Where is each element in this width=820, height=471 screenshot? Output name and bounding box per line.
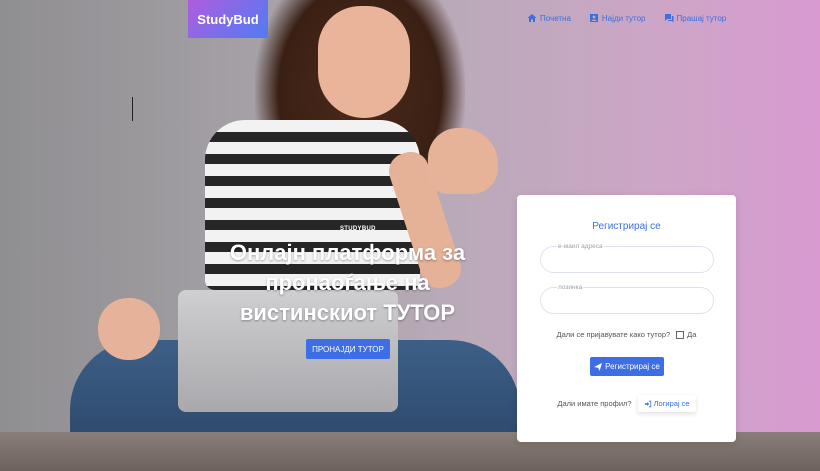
register-button[interactable]: Регистрирај се	[590, 357, 664, 376]
nav-home-label: Почетна	[540, 13, 571, 23]
profile-question: Дали имате профил?	[557, 399, 632, 408]
photo-thumbs-up-hand	[428, 128, 498, 194]
nav-home[interactable]: Почетна	[527, 13, 571, 23]
sign-in-icon	[644, 400, 651, 407]
tutor-checkbox[interactable]	[676, 330, 685, 339]
profile-row: Дали имате профил? Логирај се	[517, 395, 736, 412]
login-button[interactable]: Логирај се	[638, 395, 696, 412]
photo-face	[318, 6, 410, 118]
top-nav: Почетна Најди тутор Прашај тутор	[527, 13, 726, 23]
register-title: Регистрирај се	[592, 221, 661, 232]
email-placeholder: е-маил адреса	[557, 243, 604, 250]
studybud-logo[interactable]: StudyBud	[188, 0, 268, 38]
password-field[interactable]: лозинка	[540, 284, 714, 314]
photo-hand	[98, 298, 160, 360]
text-cursor	[132, 97, 133, 121]
tutor-question-row: Дали се пријавувате како тутор? Да	[517, 330, 736, 339]
nav-find-tutor-label: Најди тутор	[601, 13, 646, 23]
user-box-icon	[589, 14, 598, 22]
hero-eyebrow: STUDYBUD	[340, 226, 376, 232]
login-button-label: Логирај се	[653, 399, 690, 408]
paper-plane-icon	[594, 362, 603, 371]
find-tutor-button[interactable]: ПРОНАЈДИ ТУТОР	[306, 339, 390, 359]
email-field[interactable]: е-маил адреса	[540, 243, 714, 273]
tutor-checkbox-label: Да	[687, 330, 697, 339]
register-card: Регистрирај се е-маил адреса лозинка Дал…	[517, 195, 736, 442]
nav-find-tutor[interactable]: Најди тутор	[589, 13, 646, 23]
tutor-question: Дали се пријавувате како тутор?	[556, 330, 671, 339]
home-icon	[527, 14, 537, 22]
hero-title: Онлајн платформа за пронаоѓање на вистин…	[229, 240, 466, 325]
register-button-label: Регистрирај се	[605, 362, 660, 371]
nav-ask-tutor-label: Прашај тутор	[676, 13, 727, 23]
chat-icon	[664, 14, 673, 23]
password-placeholder: лозинка	[557, 284, 584, 291]
nav-ask-tutor[interactable]: Прашај тутор	[664, 13, 727, 23]
